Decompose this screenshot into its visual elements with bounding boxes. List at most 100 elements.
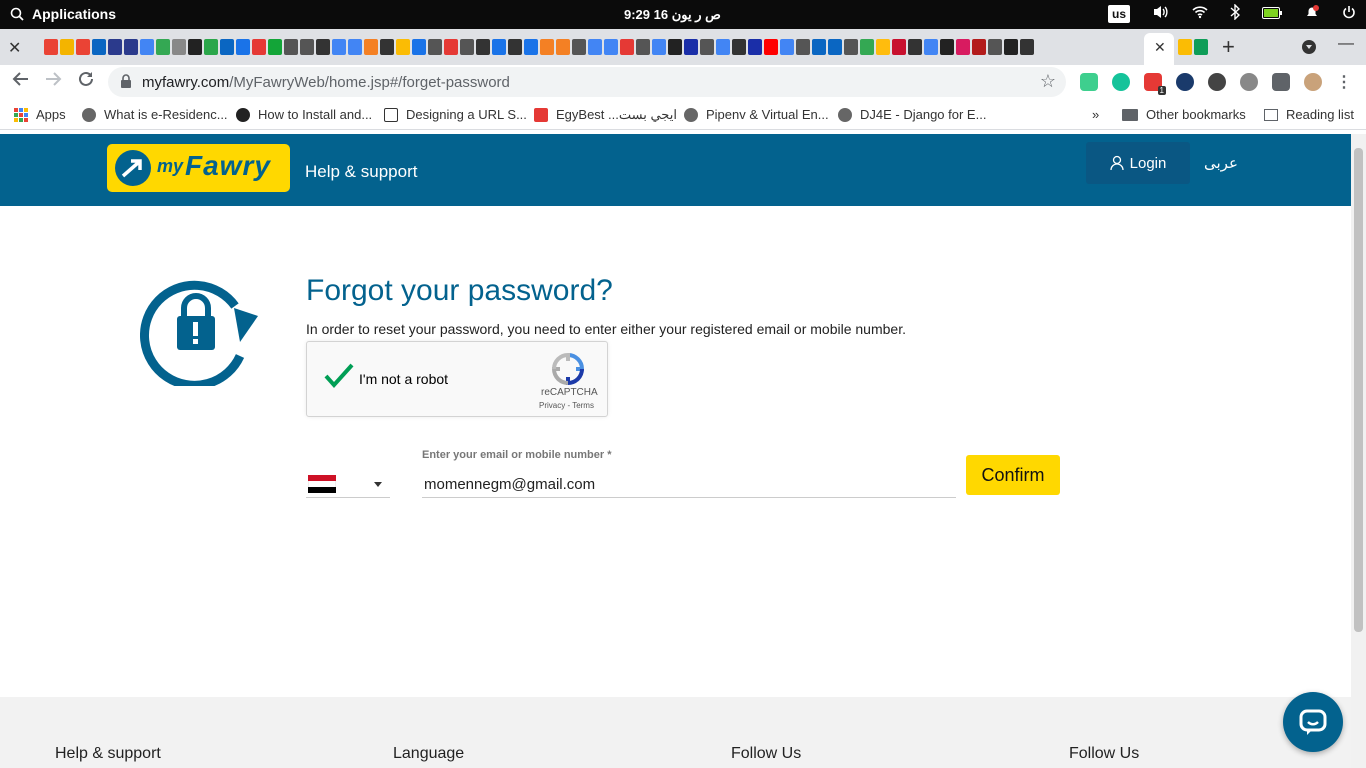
close-tab-icon[interactable]: ✕ — [1154, 39, 1166, 56]
page-scrollbar[interactable] — [1351, 134, 1366, 768]
tab-favicon-icon[interactable] — [332, 39, 346, 55]
tab-favicon-icon[interactable] — [108, 39, 122, 55]
tab-favicon-icon[interactable] — [1020, 39, 1034, 55]
wifi-icon[interactable] — [1192, 5, 1208, 22]
tab-favicon-icon[interactable] — [780, 39, 794, 55]
bookmark-item[interactable]: DJ4E - Django for E... — [838, 107, 986, 122]
tab-favicon-icon[interactable] — [700, 39, 714, 55]
bookmark-apps[interactable]: Apps — [14, 107, 66, 122]
puzzle-icon[interactable] — [1272, 73, 1290, 91]
login-button[interactable]: Login — [1086, 142, 1190, 184]
tab-favicon-icon[interactable] — [60, 39, 74, 55]
tab-favicon-icon[interactable] — [236, 39, 250, 55]
tab-favicon-icon[interactable] — [476, 39, 490, 55]
tab-favicon-icon[interactable] — [140, 39, 154, 55]
tab-favicon-icon[interactable] — [348, 39, 362, 55]
notifications-icon[interactable] — [1304, 4, 1320, 23]
tab-favicon-icon[interactable] — [892, 39, 906, 55]
tab-favicon-icon[interactable] — [796, 39, 810, 55]
menu-kebab-icon[interactable]: ⋮ — [1336, 72, 1352, 92]
tab-favicon-icon[interactable] — [44, 39, 58, 55]
tab-favicon-icon[interactable] — [172, 39, 186, 55]
tab-favicon-icon[interactable] — [316, 39, 330, 55]
bookmark-item[interactable]: EgyBest ...ايجي بست — [534, 107, 677, 123]
country-code-select[interactable] — [306, 472, 390, 498]
new-tab-button[interactable]: + — [1222, 34, 1235, 60]
tab-favicon-icon[interactable] — [124, 39, 138, 55]
lock-icon[interactable] — [120, 74, 132, 88]
back-button[interactable] — [12, 70, 30, 94]
recaptcha-terms-link[interactable]: Privacy - Terms — [539, 401, 594, 410]
tab-favicon-icon[interactable] — [188, 39, 202, 55]
bookmark-star-icon[interactable]: ☆ — [1040, 71, 1056, 92]
forward-button[interactable] — [44, 70, 62, 94]
tab-favicon-icon[interactable] — [716, 39, 730, 55]
bookmark-item[interactable]: How to Install and... — [236, 107, 372, 122]
reload-button[interactable] — [77, 70, 95, 94]
tab-favicon-icon[interactable] — [412, 39, 426, 55]
url-text[interactable]: myfawry.com/MyFawryWeb/home.jsp#/forget-… — [142, 74, 510, 91]
tab-favicon-icon[interactable] — [268, 39, 282, 55]
tab-favicon-icon[interactable] — [380, 39, 394, 55]
tab-favicon-icon[interactable] — [220, 39, 234, 55]
battery-icon[interactable] — [1262, 6, 1282, 22]
tab-favicon-icon[interactable] — [684, 39, 698, 55]
tab-favicon-icon[interactable] — [396, 39, 410, 55]
tab-favicon-icon[interactable] — [860, 39, 874, 55]
live-chat-button[interactable] — [1283, 692, 1343, 752]
tab-favicon-icon[interactable] — [604, 39, 618, 55]
tab-favicon-icon[interactable] — [252, 39, 266, 55]
robot-extension-icon[interactable] — [1240, 73, 1258, 91]
other-bookmarks-folder[interactable]: Other bookmarks — [1122, 107, 1246, 122]
tab-favicon-icon[interactable] — [428, 39, 442, 55]
avatar[interactable] — [1304, 73, 1322, 91]
sheets-favicon-icon[interactable] — [1194, 39, 1208, 55]
tab-favicon-icon[interactable] — [988, 39, 1002, 55]
bluetooth-icon[interactable] — [1230, 3, 1241, 23]
tab-favicon-icon[interactable] — [764, 39, 778, 55]
tab-favicon-icon[interactable] — [556, 39, 570, 55]
tab-favicon-icon[interactable] — [300, 39, 314, 55]
tab-favicon-icon[interactable] — [908, 39, 922, 55]
grammarly-icon[interactable] — [1112, 73, 1130, 91]
tab-favicon-icon[interactable] — [588, 39, 602, 55]
tab-favicon-icon[interactable] — [844, 39, 858, 55]
reading-list-button[interactable]: Reading list — [1264, 107, 1354, 122]
tab-favicon-icon[interactable] — [508, 39, 522, 55]
volume-icon[interactable] — [1152, 4, 1170, 23]
tab-favicon-icon[interactable] — [812, 39, 826, 55]
tab-favicon-icon[interactable] — [92, 39, 106, 55]
confirm-button[interactable]: Confirm — [966, 455, 1060, 495]
tab-favicon-icon[interactable] — [492, 39, 506, 55]
checkmark-icon[interactable] — [323, 360, 355, 392]
tab-favicon-icon[interactable] — [524, 39, 538, 55]
active-tab[interactable]: ✕ — [1144, 33, 1174, 65]
tab-search-icon[interactable] — [1302, 40, 1316, 54]
tab-favicon-icon[interactable] — [460, 39, 474, 55]
bookmark-item[interactable]: Designing a URL S... — [384, 107, 527, 122]
checkmark-extension-icon[interactable] — [1176, 73, 1194, 91]
tab-favicon-icon[interactable] — [828, 39, 842, 55]
email-field[interactable] — [422, 472, 956, 498]
address-bar[interactable]: myfawry.com/MyFawryWeb/home.jsp#/forget-… — [108, 67, 1066, 97]
tab-favicon-icon[interactable] — [636, 39, 650, 55]
myfawry-logo[interactable]: my Fawry — [107, 144, 290, 192]
tab-favicon-icon[interactable] — [620, 39, 634, 55]
tab-favicon-icon[interactable] — [940, 39, 954, 55]
tab-favicon-icon[interactable] — [876, 39, 890, 55]
tab-favicon-icon[interactable] — [572, 39, 586, 55]
tab-favicon-icon[interactable] — [284, 39, 298, 55]
tab-favicon-icon[interactable] — [652, 39, 666, 55]
keyboard-layout-indicator[interactable]: us — [1107, 4, 1130, 23]
bookmark-item[interactable]: What is e-Residenc... — [82, 107, 228, 122]
applications-menu[interactable]: Applications — [10, 6, 116, 22]
bookmarks-overflow-button[interactable]: » — [1092, 107, 1099, 122]
tab-favicon-icon[interactable] — [444, 39, 458, 55]
tab-favicon-icon[interactable] — [972, 39, 986, 55]
help-support-link[interactable]: Help & support — [305, 162, 417, 182]
tab-favicon-icon[interactable] — [540, 39, 554, 55]
extension-badge-icon[interactable]: 1 — [1144, 73, 1166, 95]
close-icon[interactable]: ✕ — [8, 38, 21, 58]
scrollbar-thumb[interactable] — [1354, 148, 1363, 632]
power-icon[interactable] — [1342, 5, 1356, 22]
